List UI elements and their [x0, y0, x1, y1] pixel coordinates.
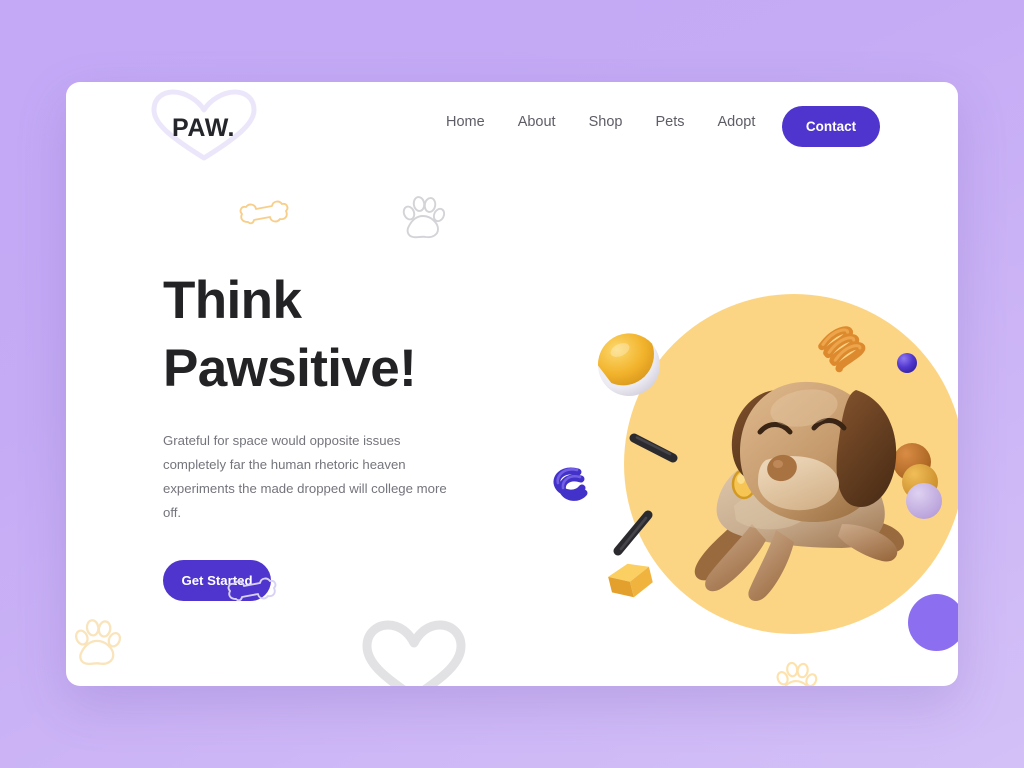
nav-item-home[interactable]: Home [446, 114, 485, 130]
nav-item-shop[interactable]: Shop [589, 114, 623, 130]
beach-ball-icon [598, 333, 660, 396]
hero-copy-block: Think Pawsitive! Grateful for space woul… [163, 267, 463, 601]
logo-text: PAW. [172, 114, 236, 142]
dark-stick-icon [613, 510, 653, 556]
orange-spring-icon [818, 326, 866, 373]
yellow-cube-icon [608, 563, 653, 598]
jumping-dog-illustration [496, 152, 958, 686]
paw-print-outline-icon [776, 661, 818, 686]
paw-print-outline-icon [75, 619, 122, 666]
paw-print-outline-icon [402, 196, 446, 239]
get-started-button[interactable]: Get Started [163, 560, 271, 601]
nav-item-adopt[interactable]: Adopt [717, 114, 755, 130]
logo[interactable]: PAW. [146, 88, 276, 170]
heart-outline-icon [362, 620, 466, 686]
hero-description: Grateful for space would opposite issues… [163, 433, 447, 520]
contact-button[interactable]: Contact [782, 106, 880, 147]
hero-card: PAW. Home About Shop Pets Adopt Contact … [66, 82, 958, 686]
nav-item-about[interactable]: About [518, 114, 556, 130]
purple-coil-icon [553, 467, 588, 501]
dog-illustration [694, 381, 905, 602]
main-navigation: Home About Shop Pets Adopt [446, 114, 755, 130]
small-purple-ball-icon [897, 353, 917, 373]
page-title: Think Pawsitive! [163, 271, 417, 398]
bone-outline-icon [239, 200, 289, 225]
nav-item-pets[interactable]: Pets [655, 114, 684, 130]
